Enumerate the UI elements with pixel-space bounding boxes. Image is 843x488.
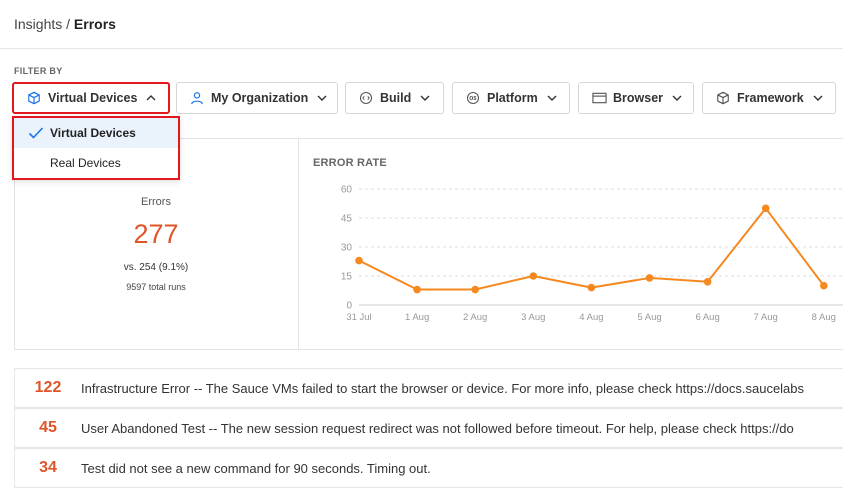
error-message: Infrastructure Error -- The Sauce VMs fa… [81,380,805,396]
data-point [645,274,654,282]
errors-stat-title: Errors [141,196,171,208]
filter-organization-label: My Organization [211,91,309,105]
chevron-down-icon [419,92,431,104]
error-count: 122 [34,379,62,396]
data-point [355,256,363,265]
data-point [703,278,712,286]
checkmark-icon [28,126,44,140]
error-message: User Abandoned Test -- The new session r… [81,420,794,436]
dropdown-option-label: Real Devices [50,156,121,170]
filter-browser-button[interactable]: Browser [578,82,694,114]
x-tick-label: 4 Aug [579,312,603,323]
filter-framework-label: Framework [737,91,804,105]
error-count: 34 [39,459,57,476]
filter-platform-label: Platform [487,91,538,105]
filter-device-type-label: Virtual Devices [48,91,138,105]
chart-title: ERROR RATE [313,157,387,169]
x-tick-label: 2 Aug [463,312,487,323]
breadcrumb-parent[interactable]: Insights [14,16,62,32]
x-tick-label: 5 Aug [637,312,661,323]
os-icon: OS [465,90,481,106]
filter-organization-button[interactable]: My Organization [176,82,338,114]
x-tick-label: 3 Aug [521,312,545,323]
series-line [358,207,825,291]
x-tick-label: 1 Aug [405,312,429,323]
header-divider [0,48,843,49]
filter-device-type-button[interactable]: Virtual Devices [12,82,170,114]
data-point [413,285,421,294]
filter-by-label: FILTER BY [14,66,63,76]
x-tick-label: 31 Jul [346,312,371,323]
breadcrumb: Insights / Errors [14,16,116,32]
chevron-down-icon [812,92,824,104]
data-point [529,272,538,280]
error-row[interactable]: 45 User Abandoned Test -- The new sessio… [14,408,843,448]
chevron-down-icon [546,92,558,104]
data-point [471,285,479,294]
cube-icon [26,90,42,106]
errors-stat-total-runs: 9597 total runs [126,282,186,292]
data-point [820,281,828,290]
data-point [761,204,770,213]
data-point [587,283,596,292]
errors-stat-count: 277 [133,219,179,249]
panel-divider [298,138,299,350]
dropdown-option-label: Virtual Devices [50,126,136,140]
build-icon [358,90,374,106]
device-type-dropdown-menu: Virtual Devices Real Devices [12,116,180,180]
filter-build-label: Build [380,91,412,105]
error-rate-chart: 0 15 30 45 60 31 Jul 1 Aug 2 Aug 3 Aug 4 Aug 5 Aug… [341,185,843,323]
browser-window-icon [591,90,607,106]
x-tick-label: 8 Aug [812,312,836,323]
chevron-up-icon [145,92,157,104]
y-tick-label: 30 [341,243,353,254]
y-tick-label: 60 [341,185,353,196]
filter-platform-button[interactable]: OS Platform [452,82,570,114]
filter-build-button[interactable]: Build [345,82,444,114]
errors-stat-comparison: vs. 254 (9.1%) [123,262,189,273]
error-count: 45 [39,419,57,436]
error-message: Test did not see a new command for 90 se… [81,460,431,476]
dropdown-option-virtual-devices[interactable]: Virtual Devices [14,118,178,148]
chevron-down-icon [316,92,328,104]
error-row[interactable]: 122 Infrastructure Error -- The Sauce VM… [14,368,843,408]
dropdown-option-real-devices[interactable]: Real Devices [14,148,178,178]
error-row[interactable]: 34 Test did not see a new command for 90… [14,448,843,488]
y-tick-label: 45 [341,214,353,225]
chevron-down-icon [671,92,683,104]
svg-text:OS: OS [469,96,477,102]
breadcrumb-current: Errors [73,16,116,32]
x-tick-label: 6 Aug [695,312,719,323]
filter-browser-label: Browser [613,91,664,105]
y-tick-label: 15 [341,272,353,283]
x-tick-label: 7 Aug [754,312,778,323]
user-icon [189,90,205,106]
cube-icon [715,90,731,106]
filter-framework-button[interactable]: Framework [702,82,836,114]
breadcrumb-separator: / [62,16,74,32]
y-tick-label: 0 [346,301,352,312]
